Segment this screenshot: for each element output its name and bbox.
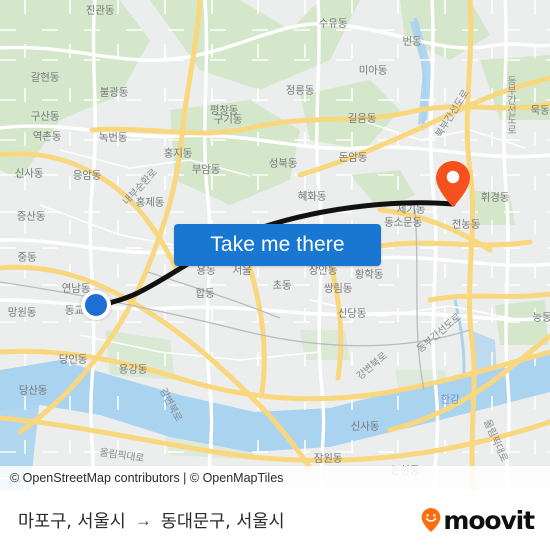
trip-summary: 마포구, 서울시 → 동대문구, 서울시 xyxy=(18,508,420,533)
moovit-trip-card: 진관동 수유동 번동 갈현동 미아동 불광동 평창동 정릉동 구기동 길음동 북부간선도로 구산동 역촌… xyxy=(0,0,550,550)
map-attribution: © OpenStreetMap contributors | © OpenMap… xyxy=(0,466,550,490)
trip-destination: 동대문구, 서울시 xyxy=(160,511,285,532)
moovit-wordmark: moovit xyxy=(443,505,535,535)
trip-origin: 마포구, 서울시 xyxy=(18,511,126,532)
attribution-text: © OpenStreetMap contributors | © OpenMap… xyxy=(10,471,284,485)
destination-marker[interactable] xyxy=(434,160,472,208)
take-me-there-button[interactable]: Take me there xyxy=(174,224,381,266)
origin-marker[interactable] xyxy=(81,290,111,320)
arrow-right-icon: → xyxy=(134,510,152,530)
moovit-logo[interactable]: moovit xyxy=(420,505,535,535)
moovit-pin-smile-icon xyxy=(421,508,441,532)
map-canvas[interactable]: 진관동 수유동 번동 갈현동 미아동 불광동 평창동 정릉동 구기동 길음동 북부간선도로 구산동 역촌… xyxy=(0,0,550,490)
trip-footer: 마포구, 서울시 → 동대문구, 서울시 moovit xyxy=(0,490,550,550)
